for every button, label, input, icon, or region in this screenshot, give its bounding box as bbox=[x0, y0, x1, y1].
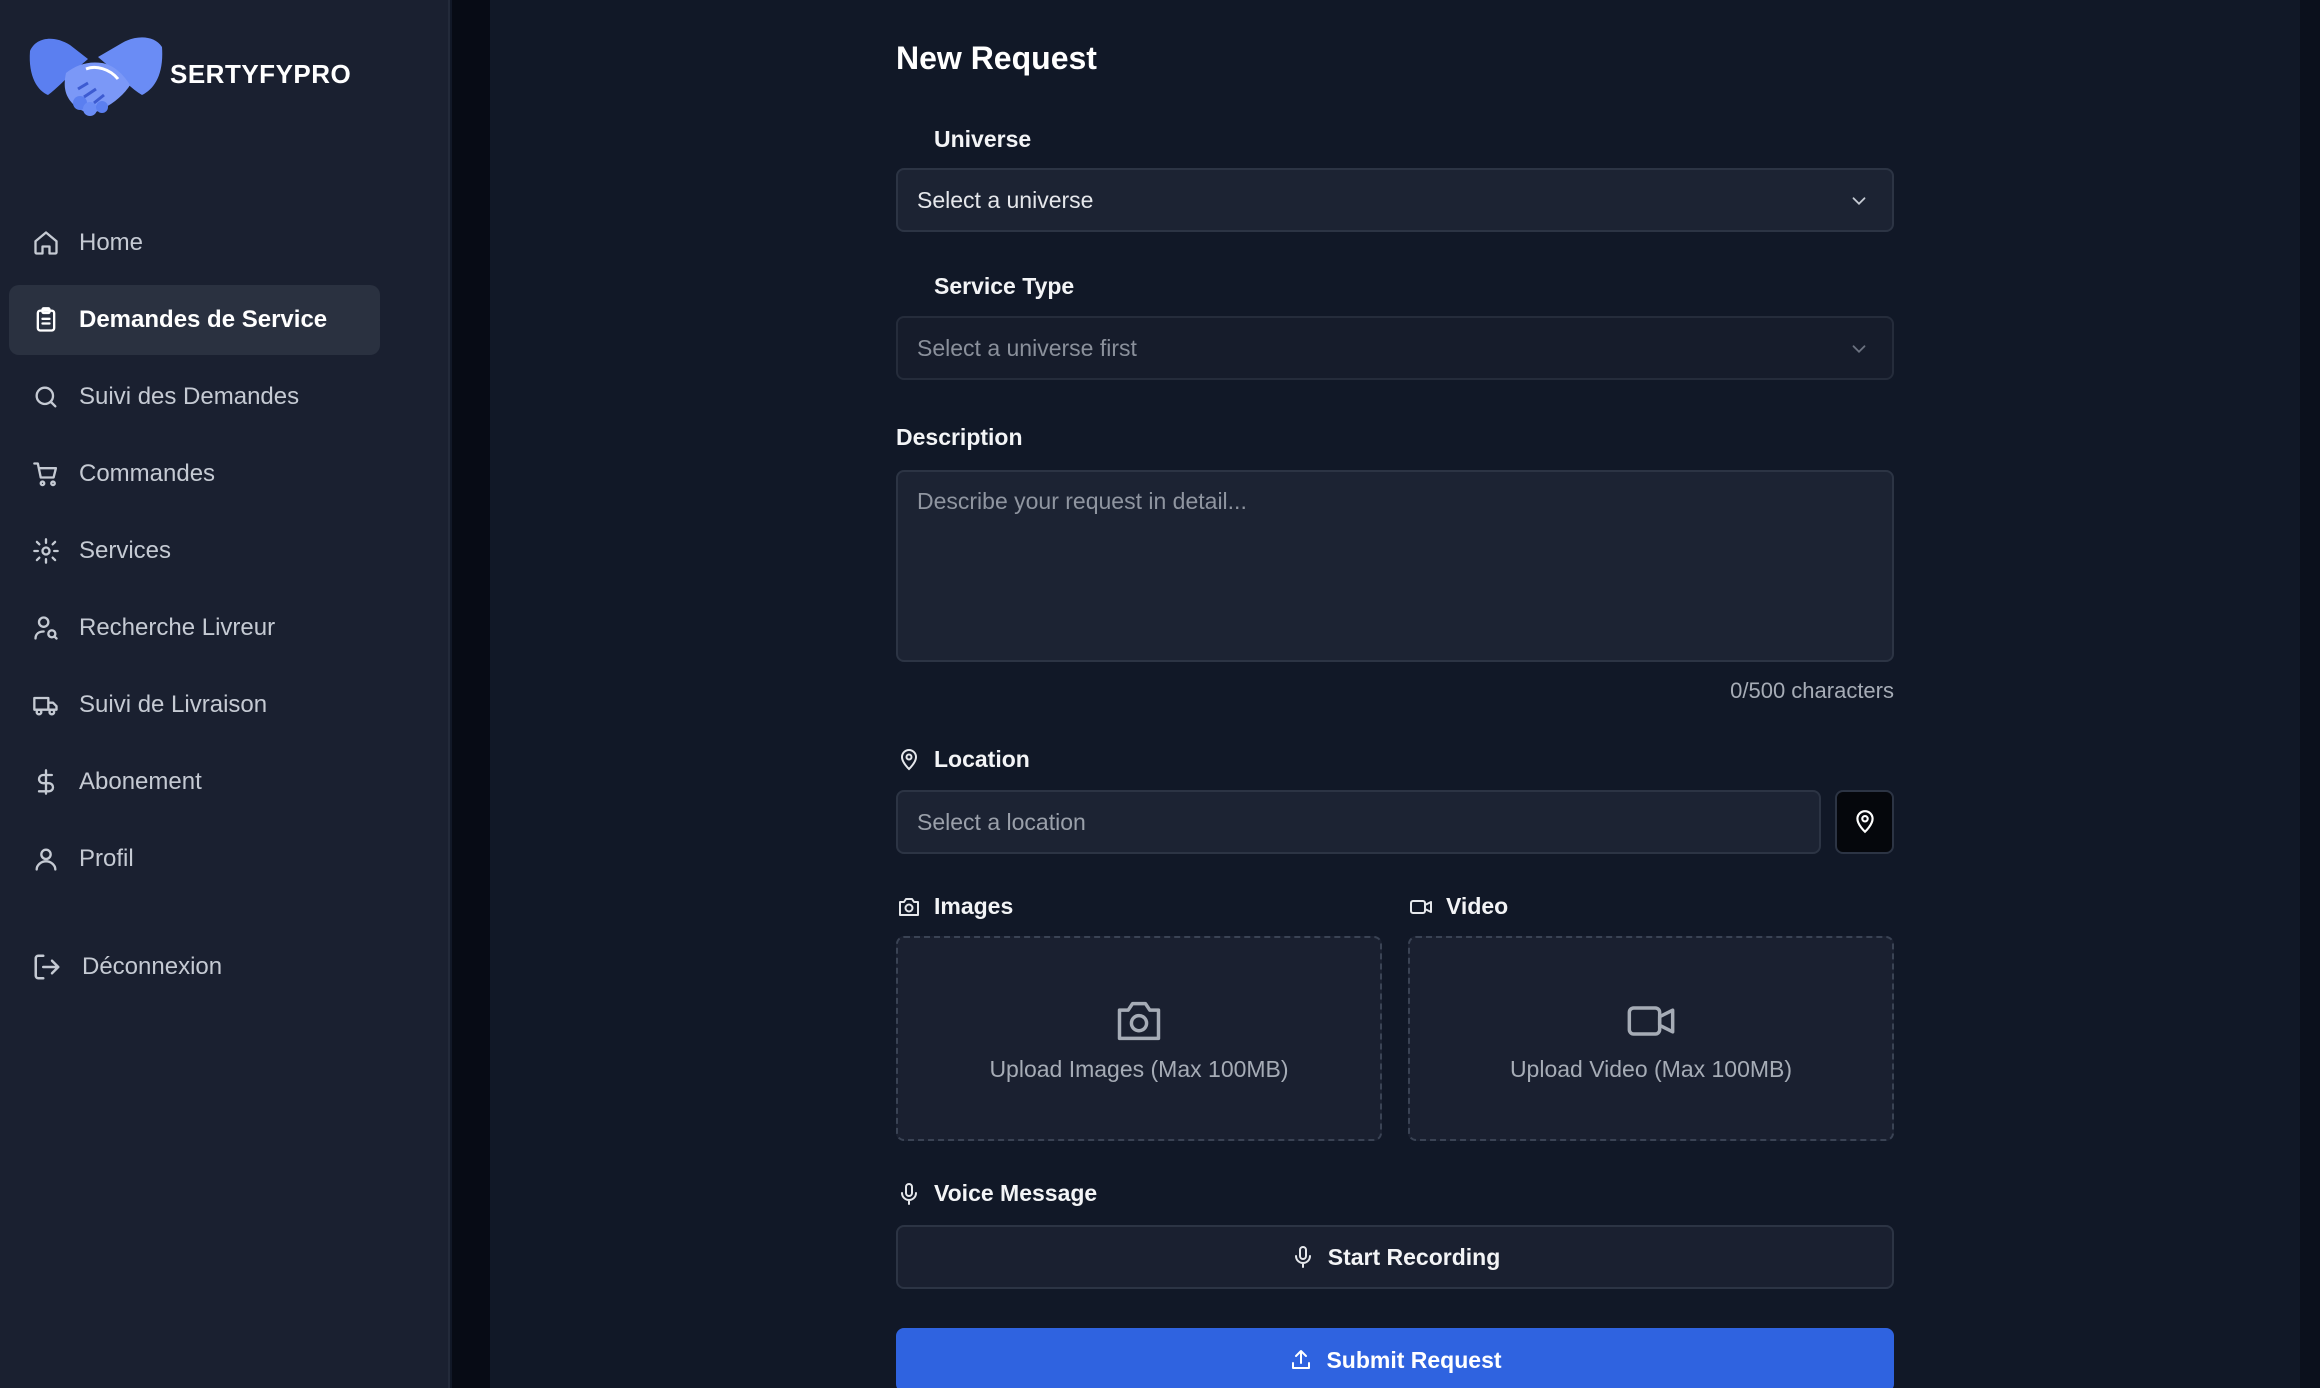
service-type-label: Service Type bbox=[934, 273, 1074, 300]
images-label-text: Images bbox=[934, 893, 1014, 919]
upload-images-text: Upload Images (Max 100MB) bbox=[989, 1056, 1289, 1082]
locate-me-button[interactable] bbox=[1835, 790, 1894, 854]
microphone-icon bbox=[1290, 1244, 1316, 1270]
service-type-select[interactable]: Select a universe first bbox=[896, 316, 1894, 380]
map-pin-icon bbox=[896, 747, 922, 773]
user-icon bbox=[29, 842, 63, 876]
universe-label: Universe bbox=[934, 126, 1031, 153]
chevron-down-icon bbox=[1852, 345, 1866, 354]
universe-select-value: Select a universe bbox=[917, 186, 1094, 213]
location-label: Location bbox=[896, 746, 1030, 773]
handshake-logo-icon bbox=[29, 37, 163, 116]
sidebar: SERTYFYPRO Home Demandes de Service Suiv… bbox=[0, 0, 450, 1388]
sidebar-item-home[interactable]: Home bbox=[9, 208, 380, 278]
sidebar-item-label: Suivi de Livraison bbox=[79, 691, 268, 718]
brand-name: SERTYFYPRO bbox=[170, 58, 352, 89]
logout-button[interactable]: Déconnexion bbox=[30, 932, 222, 1002]
universe-label-text: Universe bbox=[934, 126, 1032, 152]
upload-images-dropzone[interactable]: Upload Images (Max 100MB) bbox=[896, 936, 1382, 1141]
sidebar-item-commandes[interactable]: Commandes bbox=[9, 439, 380, 509]
images-label: Images bbox=[896, 893, 1013, 920]
microphone-icon bbox=[896, 1181, 922, 1207]
service-type-label-text: Service Type bbox=[934, 273, 1075, 299]
submit-request-button[interactable]: Submit Request bbox=[896, 1328, 1894, 1388]
video-camera-icon bbox=[1624, 994, 1678, 1048]
sidebar-item-label: Recherche Livreur bbox=[79, 614, 276, 641]
brand-logo[interactable]: SERTYFYPRO bbox=[26, 30, 351, 118]
video-label: Video bbox=[1408, 893, 1508, 920]
sidebar-item-label: Home bbox=[79, 229, 144, 256]
sidebar-item-label: Demandes de Service bbox=[79, 306, 328, 333]
video-label-text: Video bbox=[1446, 893, 1509, 919]
camera-icon bbox=[896, 894, 922, 920]
sidebar-item-abonement[interactable]: Abonement bbox=[9, 747, 380, 817]
location-input[interactable]: Select a location bbox=[896, 790, 1821, 854]
sidebar-item-recherche-livreur[interactable]: Recherche Livreur bbox=[9, 593, 380, 663]
description-textarea[interactable]: Describe your request in detail... bbox=[896, 470, 1894, 662]
sidebar-item-suivi-des-demandes[interactable]: Suivi des Demandes bbox=[9, 362, 380, 432]
sidebar-item-label: Suivi des Demandes bbox=[79, 383, 300, 410]
voice-message-label: Voice Message bbox=[896, 1180, 1097, 1207]
voice-message-label-text: Voice Message bbox=[934, 1180, 1098, 1206]
chevron-down-icon bbox=[1852, 197, 1866, 206]
sidebar-item-label: Services bbox=[79, 537, 172, 564]
clipboard-icon bbox=[29, 303, 63, 337]
truck-icon bbox=[29, 688, 63, 722]
submit-request-label: Submit Request bbox=[1326, 1346, 1502, 1373]
service-type-select-value: Select a universe first bbox=[917, 334, 1137, 361]
app-root: SERTYFYPRO Home Demandes de Service Suiv… bbox=[0, 0, 2320, 1388]
sidebar-item-label: Abonement bbox=[79, 768, 202, 795]
user-search-icon bbox=[29, 611, 63, 645]
gear-icon bbox=[29, 534, 63, 568]
upload-icon bbox=[1288, 1347, 1314, 1373]
sidebar-item-demandes-de-service[interactable]: Demandes de Service bbox=[9, 285, 380, 355]
description-placeholder: Describe your request in detail... bbox=[917, 488, 1247, 514]
sidebar-item-label: Commandes bbox=[79, 460, 216, 487]
upload-video-dropzone[interactable]: Upload Video (Max 100MB) bbox=[1408, 936, 1894, 1141]
search-icon bbox=[29, 380, 63, 414]
map-pin-icon bbox=[1855, 810, 1874, 834]
description-label: Description bbox=[896, 424, 1023, 451]
page-title: New Request bbox=[896, 40, 1097, 76]
character-count: 0/500 characters bbox=[1730, 678, 1894, 703]
sidebar-nav: Home Demandes de Service Suivi des Deman… bbox=[9, 208, 380, 901]
location-label-text: Location bbox=[934, 746, 1030, 772]
video-camera-icon bbox=[1408, 894, 1434, 920]
sidebar-item-profil[interactable]: Profil bbox=[9, 824, 380, 894]
upload-video-text: Upload Video (Max 100MB) bbox=[1509, 1056, 1793, 1082]
right-edge bbox=[2300, 0, 2320, 1388]
logout-icon bbox=[30, 950, 64, 984]
start-recording-button[interactable]: Start Recording bbox=[896, 1225, 1894, 1289]
sidebar-item-suivi-de-livraison[interactable]: Suivi de Livraison bbox=[9, 670, 380, 740]
dollar-icon bbox=[29, 765, 63, 799]
content-gutter bbox=[452, 0, 490, 1388]
sidebar-item-label: Profil bbox=[79, 845, 134, 872]
start-recording-label: Start Recording bbox=[1327, 1243, 1501, 1270]
location-placeholder: Select a location bbox=[917, 808, 1086, 835]
sidebar-item-services[interactable]: Services bbox=[9, 516, 380, 586]
logout-label: Déconnexion bbox=[82, 953, 223, 980]
home-icon bbox=[29, 226, 63, 260]
camera-icon bbox=[1112, 994, 1166, 1048]
description-label-text: Description bbox=[896, 424, 1023, 450]
cart-icon bbox=[29, 457, 63, 491]
universe-select[interactable]: Select a universe bbox=[896, 168, 1894, 232]
